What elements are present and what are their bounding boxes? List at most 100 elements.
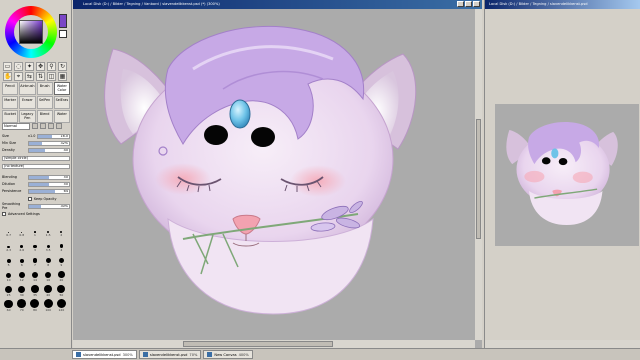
brush-size-preset[interactable]: 1.5 — [42, 224, 55, 237]
tool-4[interactable]: Marker — [2, 96, 19, 109]
vertical-scroll-thumb[interactable] — [476, 119, 481, 239]
lasso-icon[interactable]: ◌ — [14, 62, 23, 71]
maximize-icon[interactable] — [465, 1, 472, 7]
tool-7[interactable]: SelEras — [53, 96, 70, 109]
brush-size-preset[interactable]: 12 — [15, 269, 28, 282]
blend-mode-select[interactable]: Normal — [2, 123, 30, 130]
brush-size-preset[interactable]: 0.7 — [2, 224, 15, 237]
sub-color-swatch[interactable] — [59, 30, 67, 38]
brush-size-preset[interactable]: 70 — [15, 299, 28, 312]
min-size-slider[interactable]: 32% — [28, 140, 70, 146]
brush-size-preset[interactable]: 7 — [28, 254, 41, 267]
brush-size-preset[interactable]: 100 — [42, 299, 55, 312]
brush-tool-grid: Pencil Airbrush Brush Water Color Marker Eras… — [2, 82, 70, 123]
brush-size-dot — [17, 299, 27, 308]
tool-panel: ▭ ◌ ✦ ✥ ⚲ ↻ ✋ ⌖ ⇆ ⇅ ◫ ▦ Pencil Airbrush Br… — [0, 0, 72, 348]
magic-wand-icon[interactable]: ✦ — [25, 62, 34, 71]
brush-size-preset[interactable]: 2 — [55, 224, 68, 237]
tool-1[interactable]: Airbrush — [19, 82, 36, 95]
brush-size-preset[interactable]: 14 — [28, 269, 41, 282]
document-tab-label: slavendelikkenst.psd — [149, 352, 188, 357]
brush-size-preset[interactable]: 3 — [28, 239, 41, 252]
tool-8[interactable]: Bucket — [2, 110, 19, 123]
size-slider[interactable]: 16.0 — [37, 133, 70, 139]
navigator-preview[interactable] — [495, 104, 639, 246]
brush-size-preset[interactable]: 40 — [42, 284, 55, 297]
brush-size-preset[interactable]: 60 — [2, 299, 15, 312]
brush-size-label: 16 — [46, 278, 51, 282]
document-tab[interactable]: slavendelikkenst.psd 300% — [72, 350, 137, 359]
tool-5[interactable]: Eraser — [19, 96, 36, 109]
document-tab[interactable]: slavendelikkenst.psd 70% — [138, 350, 202, 359]
minimize-icon[interactable] — [457, 1, 464, 7]
rotate-icon[interactable]: ↻ — [58, 62, 67, 71]
tool-10[interactable]: Blend — [36, 110, 53, 123]
brush-size-preset[interactable]: 1 — [28, 224, 41, 237]
left-eye-hole — [204, 125, 228, 145]
brush-size-preset[interactable]: 35 — [28, 284, 41, 297]
persistence-slider[interactable]: 64 — [28, 188, 70, 194]
shape-option-1[interactable] — [32, 123, 38, 129]
brush-size-preset[interactable]: 4 — [55, 239, 68, 252]
brush-size-preset[interactable]: 20 — [55, 269, 68, 282]
tool-3[interactable]: Water Color — [53, 82, 70, 95]
transparent-color-icon[interactable]: ◫ — [47, 72, 56, 81]
document-tab-label: New Canvas — [214, 352, 237, 357]
tool-9[interactable]: Legacy Pen — [19, 110, 36, 123]
move-icon[interactable]: ✥ — [36, 62, 45, 71]
dilution-slider[interactable]: 50 — [28, 181, 70, 187]
brush-size-preset[interactable]: 16 — [42, 269, 55, 282]
brush-size-preset[interactable]: 9 — [55, 254, 68, 267]
main-color-swatch[interactable] — [59, 14, 67, 28]
blending-slider[interactable]: 50 — [28, 174, 70, 180]
document-tab-zoom: 70% — [189, 352, 198, 357]
brush-size-preset[interactable]: 120 — [55, 299, 68, 312]
canvas-vertical-scrollbar[interactable] — [475, 9, 482, 340]
brush-size-preset[interactable]: 6 — [15, 254, 28, 267]
document-tab[interactable]: New Canvas 400% — [203, 350, 253, 359]
navigator-scrollbar[interactable] — [485, 340, 640, 348]
saturation-value-square[interactable] — [19, 20, 43, 44]
tool-6[interactable]: SelPen — [36, 96, 53, 109]
brush-size-preset[interactable]: 80 — [28, 299, 41, 312]
shape-option-2[interactable] — [40, 123, 46, 129]
tool-0[interactable]: Pencil — [2, 82, 19, 95]
hand-icon[interactable]: ✋ — [3, 72, 12, 81]
density-slider[interactable]: 40 — [28, 147, 70, 153]
zoom-icon[interactable]: ⚲ — [47, 62, 56, 71]
brush-size-preset[interactable]: 0.8 — [15, 224, 28, 237]
brush-size-preset[interactable]: 2.6 — [15, 239, 28, 252]
grid-icon[interactable]: ▦ — [58, 72, 67, 81]
smoothing-row: Smoothing Pre 30% — [2, 202, 70, 210]
brush-shape-select[interactable]: (simple circle) — [2, 155, 70, 161]
canvas-horizontal-scrollbar[interactable] — [73, 340, 475, 348]
select-rect-icon[interactable]: ▭ — [3, 62, 12, 71]
brush-size-preset[interactable]: 2.3 — [2, 239, 15, 252]
main-canvas-view[interactable]: Local Disk (D:) / Bilder / Tegning / Van… — [73, 0, 482, 348]
brush-size-preset[interactable]: 25 — [2, 284, 15, 297]
brush-size-preset[interactable]: 30 — [15, 284, 28, 297]
artwork[interactable] — [73, 9, 475, 340]
color-wheel[interactable] — [5, 6, 57, 58]
brush-size-preset[interactable]: 5 — [2, 254, 15, 267]
horizontal-scroll-thumb[interactable] — [183, 341, 333, 347]
document-tab-zoom: 400% — [238, 352, 249, 357]
flip-icon[interactable]: ⇆ — [25, 72, 34, 81]
brush-size-preset[interactable]: 3.5 — [42, 239, 55, 252]
swap-colors-icon[interactable]: ⇅ — [36, 72, 45, 81]
eyedropper-icon[interactable]: ⌖ — [14, 72, 23, 81]
keep-opacity-checkbox[interactable] — [28, 197, 32, 201]
brush-size-preset[interactable]: 10 — [2, 269, 15, 282]
min-size-value: 32% — [60, 140, 68, 145]
shape-option-3[interactable] — [48, 123, 54, 129]
advanced-settings-checkbox[interactable] — [2, 212, 6, 216]
tool-11[interactable]: Water — [53, 110, 70, 123]
close-icon[interactable] — [473, 1, 480, 7]
smoothing-slider[interactable]: 30% — [28, 203, 70, 209]
brush-size-preset[interactable]: 50 — [55, 284, 68, 297]
brush-texture-select[interactable]: (no texture) — [2, 163, 70, 169]
size-multiplier[interactable]: x1.0 — [28, 134, 35, 138]
tool-2[interactable]: Brush — [36, 82, 53, 95]
brush-size-preset[interactable]: 8 — [42, 254, 55, 267]
shape-option-4[interactable] — [56, 123, 62, 129]
